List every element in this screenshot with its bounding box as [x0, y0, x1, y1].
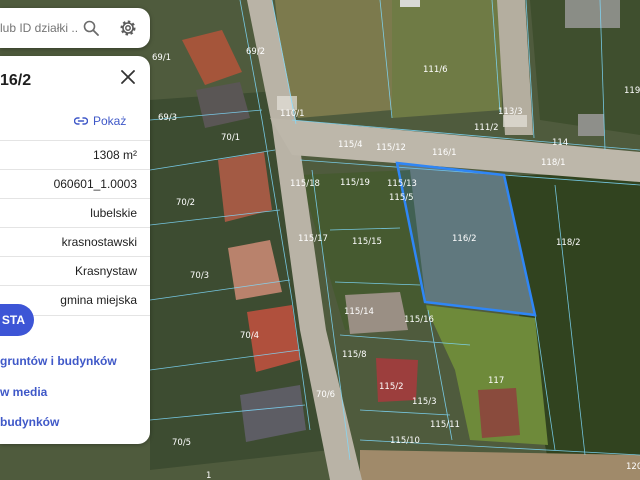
search-bar: [0, 8, 150, 48]
parcel-number-label: 115/17: [298, 234, 328, 244]
parcel-number-label: 114: [552, 138, 568, 148]
parcel-number-label: 70/6: [316, 390, 335, 400]
search-input[interactable]: [0, 8, 78, 48]
parcel-number-label: 111/6: [423, 65, 448, 75]
parcel-number-label: 113/3: [498, 107, 523, 117]
parcel-number-label: 115/13: [387, 179, 417, 189]
parcel-number-label: 115/2: [379, 382, 404, 392]
info-row-county: krasnostawski: [0, 227, 150, 257]
parcel-number-label: 69/2: [246, 47, 265, 57]
link-icon: [74, 117, 88, 125]
action-button-label: STA: [1, 313, 25, 327]
parcel-number-label: 111/2: [474, 123, 499, 133]
field-patch: [360, 450, 640, 480]
parcel-number-label: 115/19: [340, 178, 370, 188]
link-utilities[interactable]: w media: [0, 385, 47, 399]
gear-icon[interactable]: [118, 18, 138, 38]
parcel-number-label: 1: [206, 471, 211, 480]
parcel-title: 16/2: [0, 72, 32, 89]
field-patch: [392, 0, 502, 118]
parcel-number-label: 115/4: [338, 140, 363, 150]
parcel-number-label: 115/3: [412, 397, 437, 407]
parcel-number-label: 70/2: [176, 198, 195, 208]
municipality-value: Krasnystaw: [74, 264, 137, 278]
parcel-number-label: 116/2: [452, 234, 477, 244]
parcel-number-label: 115/10: [390, 436, 420, 446]
parcel-info-panel: 16/2 Pokaż 1308 m² 060601_1.0003 lubelsk…: [0, 56, 150, 444]
parcel-number-label: 115/8: [342, 350, 367, 360]
house-roof: [565, 0, 620, 28]
parcel-number-label: 116/1: [432, 148, 457, 158]
parcel-number-label: 70/1: [221, 133, 240, 143]
parcel-number-label: 110/1: [280, 109, 305, 119]
parcel-number-label: 118/1: [541, 158, 566, 168]
info-row-municipality: Krasnystaw: [0, 256, 150, 286]
close-icon[interactable]: [119, 68, 137, 86]
info-row-area: 1308 m²: [0, 140, 150, 170]
county-value: krasnostawski: [61, 235, 137, 249]
house-roof: [478, 388, 520, 438]
parcel-number-label: 119/2: [624, 86, 640, 96]
parcel-number-label: 69/1: [152, 53, 171, 63]
info-row-voivodeship: lubelskie: [0, 198, 150, 228]
parcel-number-label: 70/3: [190, 271, 209, 281]
area-value: 1308 m²: [92, 148, 137, 162]
crosswalk: [277, 96, 297, 110]
parcel-number-label: 70/4: [240, 331, 259, 341]
parcel-number-label: 115/15: [352, 237, 382, 247]
parcel-number-label: 120: [626, 462, 640, 472]
house-roof: [578, 114, 604, 136]
house-roof: [376, 358, 418, 402]
action-button[interactable]: STA: [0, 304, 34, 336]
parcel-number-label: 115/14: [344, 307, 374, 317]
link-land-buildings[interactable]: gruntów i budynków: [0, 354, 117, 368]
parcel-number-label: 69/3: [158, 113, 177, 123]
parcel-number-label: 115/5: [389, 193, 414, 203]
parcel-number-label: 117: [488, 376, 504, 386]
parcel-number-label: 115/18: [290, 179, 320, 189]
link-buildings[interactable]: budynków: [0, 415, 59, 429]
parcel-number-label: 115/16: [404, 315, 434, 325]
parcel-number-label: 115/11: [430, 420, 460, 430]
house-roof: [400, 0, 420, 7]
search-icon[interactable]: [83, 20, 99, 36]
parcel-number-label: 115/12: [376, 143, 406, 153]
voivodeship-value: lubelskie: [90, 206, 137, 220]
parcel-number-label: 70/5: [172, 438, 191, 448]
show-link-label: Pokaż: [93, 114, 127, 128]
info-row-parcel-id: 060601_1.0003: [0, 169, 150, 199]
parcel-number-label: 118/2: [556, 238, 581, 248]
parcel-id-value: 060601_1.0003: [53, 177, 137, 191]
show-parcel-link[interactable]: Pokaż: [74, 114, 126, 128]
municipality-type-value: gmina miejska: [60, 293, 137, 307]
